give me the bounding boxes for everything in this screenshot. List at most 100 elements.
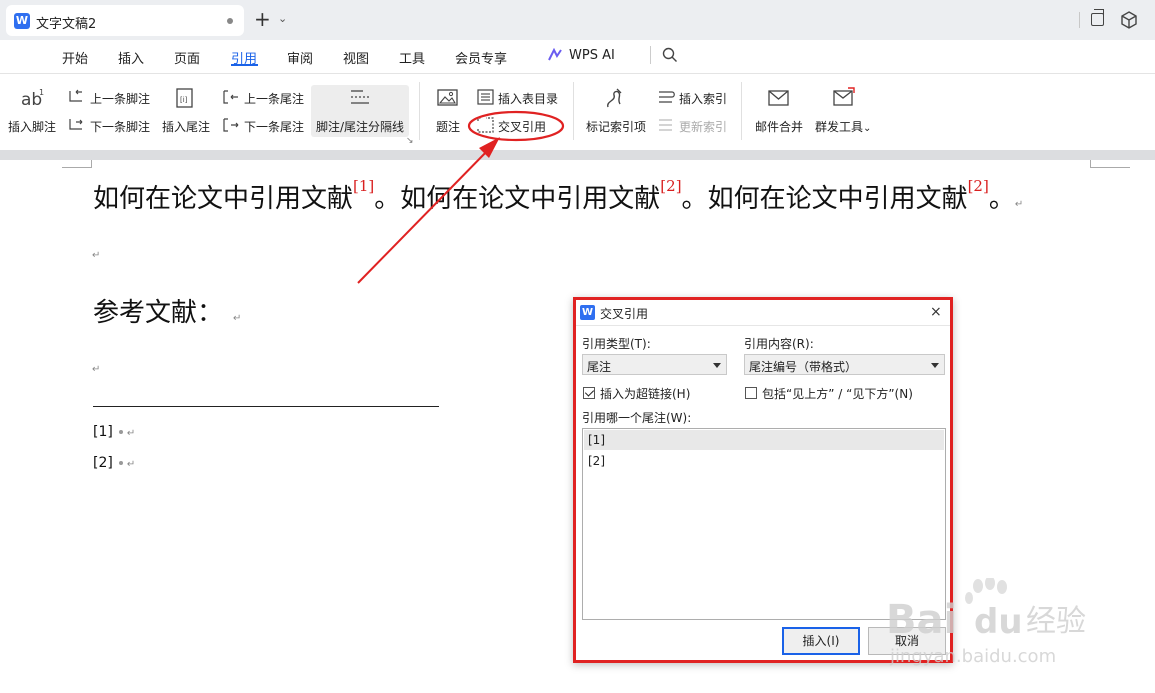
reference-content-value: 尾注编号（带格式）	[749, 360, 858, 374]
close-icon[interactable]: ×	[930, 304, 942, 320]
endnote-item[interactable]: [2] ↵	[93, 455, 135, 471]
insert-footnote-icon: ab 1	[21, 88, 44, 109]
mail-merge-icon	[768, 90, 789, 106]
list-item[interactable]: [1]	[584, 430, 944, 450]
next-footnote-button[interactable]: 下一条脚注	[90, 118, 150, 135]
ribbon-divider	[573, 82, 574, 140]
list-item[interactable]: [2]	[584, 451, 944, 471]
paragraph-mark: ↵	[92, 250, 101, 261]
ribbon	[0, 74, 1155, 150]
tab-insert[interactable]: 插入	[118, 48, 144, 67]
references-heading-text: 参考文献：	[93, 298, 224, 328]
mass-tool-dropdown-icon: ⌄	[863, 123, 872, 134]
paragraph-mark: ↵	[1014, 199, 1024, 210]
new-tab-dropdown-icon[interactable]: ⌄	[278, 12, 287, 25]
chevron-down-icon	[931, 363, 939, 368]
tab-home[interactable]: 开始	[62, 48, 88, 67]
insert-index-button[interactable]: 插入索引	[679, 90, 727, 107]
endnote-separator-line	[93, 406, 439, 407]
sentence-text: 如何在论文中引用文献	[707, 184, 968, 214]
hyperlink-label: 插入为超链接(H)	[600, 387, 691, 401]
cross-reference-icon	[477, 117, 494, 133]
search-icon[interactable]	[662, 47, 678, 63]
include-above-below-label: 包括“见上方” / “见下方”(N)	[762, 387, 913, 401]
insert-index-icon	[659, 91, 675, 103]
footnote-separator-icon	[351, 90, 369, 104]
paragraph-mark: ↵	[92, 364, 101, 375]
sentence-text: 如何在论文中引用文献	[400, 184, 661, 214]
caption-button[interactable]: 题注	[436, 118, 460, 135]
hyperlink-checkbox[interactable]	[583, 387, 595, 399]
page-corner-mark	[1090, 160, 1130, 168]
which-endnote-label: 引用哪一个尾注(W):	[582, 411, 692, 425]
window-restore-icon[interactable]	[1091, 9, 1104, 26]
dialog-title: 交叉引用	[600, 307, 649, 321]
cross-reference-button[interactable]: 交叉引用	[498, 118, 546, 135]
insert-footnote-button[interactable]: 插入脚注	[8, 118, 56, 135]
baidu-watermark: Bai du 经验 jingyan.baidu.com	[886, 578, 1086, 667]
mark-index-button[interactable]: 标记索引项	[586, 118, 646, 135]
update-index-button[interactable]: 更新索引	[679, 118, 727, 135]
watermark-brand-suffix: du	[974, 602, 1023, 642]
references-heading[interactable]: 参考文献： ↵	[93, 292, 241, 329]
wps-ai-icon	[548, 48, 562, 61]
reference-content-select[interactable]: 尾注编号（带格式）	[744, 354, 945, 375]
paragraph-mark: ↵	[126, 459, 136, 470]
body-paragraph[interactable]: 如何在论文中引用文献[1]。如何在论文中引用文献[2]。如何在论文中引用文献[2…	[93, 177, 1024, 215]
mail-merge-button[interactable]: 邮件合并	[755, 118, 803, 135]
cube-icon[interactable]	[1121, 11, 1137, 29]
tab-view[interactable]: 视图	[343, 48, 369, 67]
mass-tool-label: 群发工具	[815, 120, 864, 134]
paragraph-mark: ↵	[126, 428, 136, 439]
separator-button[interactable]: 脚注/尾注分隔线	[316, 118, 404, 135]
mark-index-icon	[607, 88, 622, 108]
next-endnote-icon	[223, 118, 239, 132]
watermark-url: jingyan.baidu.com	[889, 646, 1056, 667]
wps-writer-logo-icon: W	[14, 13, 30, 29]
update-index-icon	[659, 119, 672, 131]
endnote-item[interactable]: [1] ↵	[93, 424, 135, 440]
tab-member[interactable]: 会员专享	[455, 48, 507, 67]
prev-endnote-button[interactable]: 上一条尾注	[244, 90, 304, 107]
next-endnote-button[interactable]: 下一条尾注	[244, 118, 304, 135]
citation-mark[interactable]: [2]	[968, 177, 989, 195]
endnote-anchor-icon	[118, 430, 123, 434]
mass-tool-button[interactable]: 群发工具⌄	[815, 118, 871, 135]
new-tab-button[interactable]: +	[254, 8, 271, 30]
tab-review[interactable]: 审阅	[287, 48, 313, 67]
document-tab-title: 文字文稿2	[36, 17, 97, 32]
prev-endnote-icon	[223, 90, 238, 104]
insert-endnote-button[interactable]: 插入尾注	[162, 118, 210, 135]
svg-text:1: 1	[39, 88, 44, 97]
prev-footnote-button[interactable]: 上一条脚注	[90, 90, 150, 107]
ribbon-document-gap	[0, 150, 1155, 160]
insert-button[interactable]: 插入(I)	[782, 627, 860, 655]
group-expand-icon[interactable]: ↘	[406, 136, 414, 146]
document-tab[interactable]: W 文字文稿2	[6, 5, 244, 36]
sentence-period: 。	[988, 184, 1015, 214]
sentence-period: 。	[681, 184, 708, 214]
unsaved-dot-icon[interactable]	[227, 18, 233, 24]
include-above-below-checkbox[interactable]	[745, 387, 757, 399]
sentence-period: 。	[374, 184, 401, 214]
dialog-title-bar[interactable]: W 交叉引用 ×	[576, 300, 950, 326]
table-of-figures-icon	[477, 89, 494, 105]
insert-toc-table-button[interactable]: 插入表目录	[498, 90, 558, 107]
endnote-number: [1]	[93, 424, 113, 440]
tab-wps-ai[interactable]: WPS AI	[569, 48, 615, 63]
svg-text:[i]: [i]	[180, 96, 188, 104]
reference-type-select[interactable]: 尾注	[582, 354, 727, 375]
endnote-anchor-icon	[118, 461, 123, 465]
tab-tools[interactable]: 工具	[399, 48, 425, 67]
watermark-brand: Bai	[886, 597, 957, 643]
dialog-logo-icon: W	[580, 305, 595, 320]
citation-mark[interactable]: [2]	[660, 177, 681, 195]
active-tab-indicator	[231, 64, 258, 66]
watermark-suffix: 经验	[1026, 604, 1086, 639]
menu-divider	[650, 46, 651, 64]
reference-type-value: 尾注	[587, 360, 612, 374]
insert-endnote-icon: [i]	[176, 88, 193, 108]
tab-page[interactable]: 页面	[174, 48, 200, 67]
reference-content-label: 引用内容(R):	[744, 337, 814, 351]
citation-mark[interactable]: [1]	[353, 177, 374, 195]
